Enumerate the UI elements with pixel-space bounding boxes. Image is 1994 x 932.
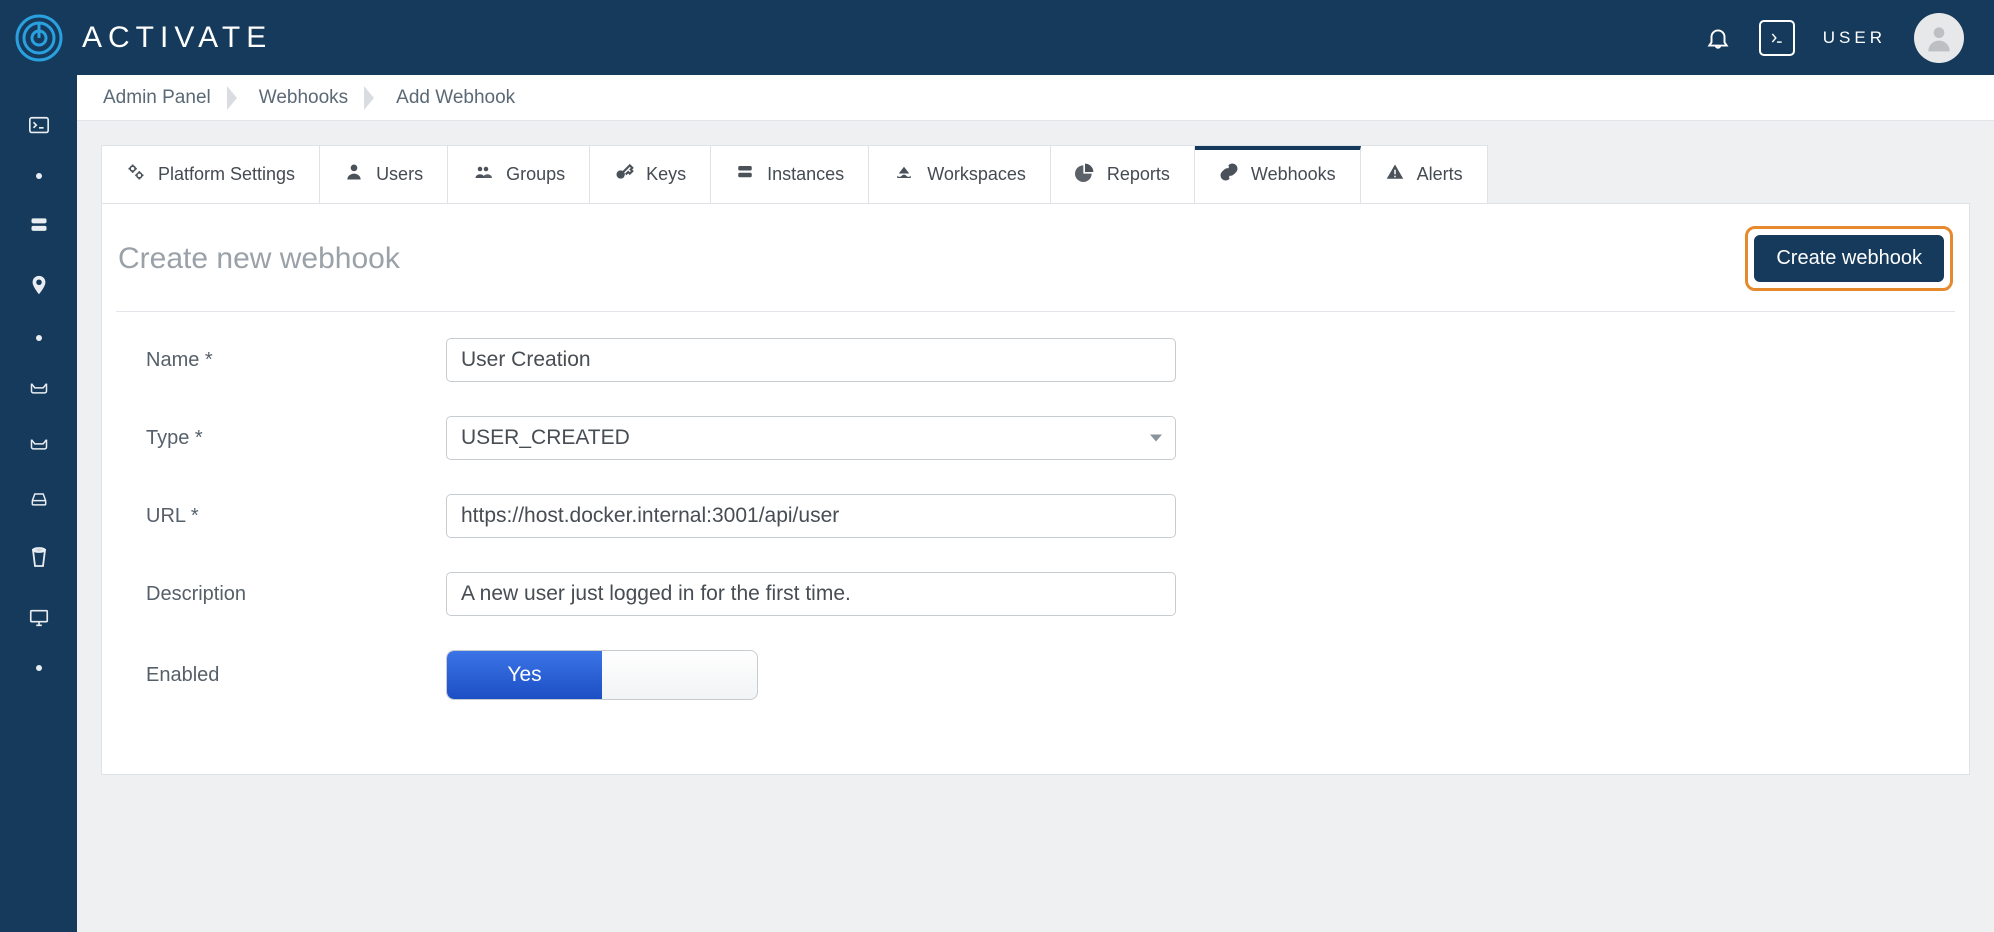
tab-webhooks[interactable]: Webhooks bbox=[1195, 146, 1361, 203]
row-url: URL * bbox=[146, 494, 1945, 538]
tab-workspaces[interactable]: Workspaces bbox=[869, 146, 1051, 203]
name-input[interactable] bbox=[446, 338, 1176, 382]
tab-label: Keys bbox=[646, 164, 686, 185]
user-label[interactable]: USER bbox=[1823, 28, 1886, 48]
toggle-yes: Yes bbox=[447, 651, 602, 699]
key-icon bbox=[614, 162, 634, 187]
tab-reports[interactable]: Reports bbox=[1051, 146, 1195, 203]
description-input[interactable] bbox=[446, 572, 1176, 616]
label-type: Type * bbox=[146, 427, 446, 450]
brand-mark-icon bbox=[14, 13, 64, 63]
gears-icon bbox=[126, 162, 146, 187]
tab-platform-settings[interactable]: Platform Settings bbox=[102, 146, 320, 203]
label-enabled: Enabled bbox=[146, 664, 446, 687]
tab-keys[interactable]: Keys bbox=[590, 146, 711, 203]
avatar[interactable] bbox=[1914, 13, 1964, 63]
form-panel: Create new webhook Create webhook Name *… bbox=[101, 203, 1970, 775]
ship-icon bbox=[893, 163, 915, 186]
brand-name: ACTIVATE bbox=[82, 21, 272, 55]
row-type: Type * USER_CREATED bbox=[146, 416, 1945, 460]
tab-groups[interactable]: Groups bbox=[448, 146, 590, 203]
sidebar-item-database[interactable] bbox=[0, 215, 77, 235]
row-enabled: Enabled Yes bbox=[146, 650, 1945, 700]
sidebar-item-bucket[interactable] bbox=[0, 545, 77, 571]
sidebar-separator-dot bbox=[0, 665, 77, 671]
label-name: Name * bbox=[146, 349, 446, 372]
tab-label: Platform Settings bbox=[158, 164, 295, 185]
sidebar-item-terminal[interactable] bbox=[0, 115, 77, 137]
tab-alerts[interactable]: Alerts bbox=[1361, 146, 1487, 203]
sidebar-item-drive[interactable] bbox=[0, 489, 77, 509]
sidebar-item-inbox-1[interactable] bbox=[0, 377, 77, 397]
breadcrumb-webhooks[interactable]: Webhooks bbox=[237, 75, 374, 121]
sidebar-separator-dot bbox=[0, 173, 77, 179]
chevron-down-icon bbox=[1150, 435, 1162, 442]
tab-label: Alerts bbox=[1417, 164, 1463, 185]
create-webhook-button[interactable]: Create webhook bbox=[1754, 235, 1944, 282]
sidebar-item-inbox-2[interactable] bbox=[0, 433, 77, 453]
alert-icon bbox=[1385, 163, 1405, 186]
type-select[interactable]: USER_CREATED bbox=[446, 416, 1176, 460]
sidebar-separator-dot bbox=[0, 335, 77, 341]
breadcrumb: Admin Panel Webhooks Add Webhook bbox=[77, 75, 1994, 121]
tab-label: Instances bbox=[767, 164, 844, 185]
tab-label: Users bbox=[376, 164, 423, 185]
tab-label: Reports bbox=[1107, 164, 1170, 185]
tab-label: Groups bbox=[506, 164, 565, 185]
user-icon bbox=[344, 162, 364, 187]
create-webhook-highlight: Create webhook bbox=[1745, 226, 1953, 291]
breadcrumb-add-webhook[interactable]: Add Webhook bbox=[374, 75, 541, 121]
tab-label: Workspaces bbox=[927, 164, 1026, 185]
left-sidebar bbox=[0, 75, 77, 932]
row-name: Name * bbox=[146, 338, 1945, 382]
tab-instances[interactable]: Instances bbox=[711, 146, 869, 203]
label-description: Description bbox=[146, 583, 446, 606]
server-icon bbox=[735, 163, 755, 186]
row-description: Description bbox=[146, 572, 1945, 616]
pie-icon bbox=[1075, 162, 1095, 187]
tab-users[interactable]: Users bbox=[320, 146, 448, 203]
top-bar: ACTIVATE USER bbox=[0, 0, 1994, 75]
tab-row: Platform Settings Users Groups Keys Inst… bbox=[101, 145, 1488, 203]
main-area: Admin Panel Webhooks Add Webhook Platfor… bbox=[77, 75, 1994, 932]
breadcrumb-admin-panel[interactable]: Admin Panel bbox=[97, 75, 237, 121]
tab-label: Webhooks bbox=[1251, 164, 1336, 185]
group-icon bbox=[472, 163, 494, 186]
enabled-toggle[interactable]: Yes bbox=[446, 650, 758, 700]
sidebar-item-desktop[interactable] bbox=[0, 607, 77, 629]
sidebar-item-location[interactable] bbox=[0, 271, 77, 299]
label-url: URL * bbox=[146, 505, 446, 528]
brand-logo[interactable]: ACTIVATE bbox=[14, 13, 272, 63]
terminal-icon[interactable] bbox=[1759, 20, 1795, 56]
notifications-icon[interactable] bbox=[1705, 24, 1731, 52]
page-title: Create new webhook bbox=[118, 242, 400, 276]
toggle-no bbox=[602, 651, 757, 699]
url-input[interactable] bbox=[446, 494, 1176, 538]
link-icon bbox=[1219, 162, 1239, 187]
